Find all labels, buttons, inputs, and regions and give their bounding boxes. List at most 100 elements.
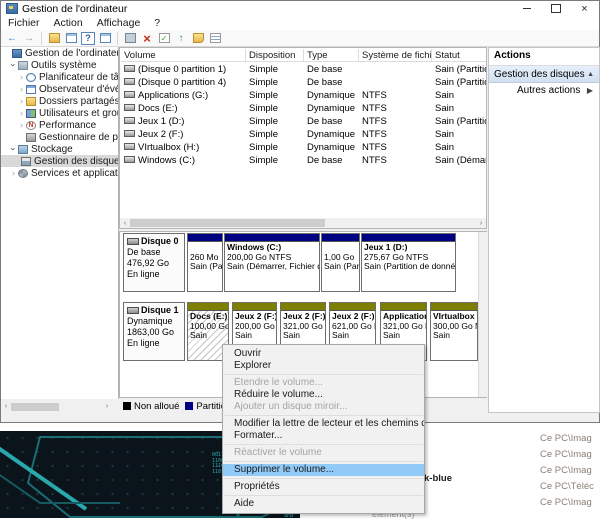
delete-icon[interactable]: ×	[140, 32, 154, 45]
checklist-icon[interactable]: ✓	[157, 32, 171, 45]
disk0-label-box[interactable]: Disque 0 De base 476,92 Go En ligne	[123, 233, 185, 292]
menu-item-reduire[interactable]: Réduire le volume...	[223, 389, 424, 401]
volume-table-row[interactable]: (Disque 0 partition 1)SimpleDe baseSain …	[121, 63, 486, 76]
tree-hscrollbar[interactable]: ‹ ›	[1, 401, 112, 412]
partition-recovery[interactable]: 1,00 Go Sain (Partitio	[321, 233, 360, 292]
menu-item-supprimer-volume[interactable]: Supprimer le volume...	[223, 464, 424, 476]
tree-item-label: Performance	[39, 120, 96, 131]
column-header-volume[interactable]: Volume	[121, 49, 246, 62]
tree-item-event-viewer[interactable]: › Observateur d'événeme	[1, 83, 118, 95]
menu-item-formater[interactable]: Formater...	[223, 430, 424, 442]
storage-icon	[18, 145, 28, 154]
column-header-disposition[interactable]: Disposition	[246, 49, 304, 62]
actions-group-disk-management[interactable]: Gestion des disques ▲	[489, 66, 599, 83]
console-window2-icon[interactable]	[98, 32, 112, 45]
tree-item-performance[interactable]: ›N Performance	[1, 119, 118, 131]
partition-windows-c[interactable]: Windows (C:) 200,00 Go NTFS Sain (Démarr…	[224, 233, 320, 292]
volume-cell-statut: Sain	[432, 102, 486, 115]
menu-action[interactable]: Action	[47, 17, 90, 29]
drive-up-icon[interactable]: ↑	[174, 32, 188, 45]
partition-virtualbox-h[interactable]: VIrtualbox ( 300,00 Go NT Sain	[430, 302, 478, 361]
toolbar-separator	[117, 32, 118, 45]
menu-help[interactable]: ?	[147, 17, 167, 29]
tree-item-task-scheduler[interactable]: › Planificateur de tâches	[1, 71, 118, 83]
partition-status: Sain	[433, 331, 475, 341]
menu-item-ouvrir[interactable]: Ouvrir	[223, 348, 424, 360]
scroll-left-icon[interactable]: ‹	[1, 403, 11, 410]
partition-color-bar	[362, 234, 455, 242]
computer-icon	[12, 49, 22, 58]
tree-item-shared-folders[interactable]: › Dossiers partagés	[1, 95, 118, 107]
column-header-type[interactable]: Type	[304, 49, 359, 62]
console-window-icon[interactable]	[64, 32, 78, 45]
maximize-button[interactable]	[541, 1, 570, 16]
volume-table-row[interactable]: (Disque 0 partition 4)SimpleDe baseSain …	[121, 76, 486, 89]
partition-efi[interactable]: 260 Mo Sain (Part	[187, 233, 223, 292]
volume-list-hscrollbar[interactable]: ‹ ›	[120, 218, 486, 228]
tree-item-computer-management[interactable]: Gestion de l'ordinateur (local)	[1, 47, 118, 59]
tree-item-storage[interactable]: › Stockage	[1, 143, 118, 155]
menu-affichage[interactable]: Affichage	[90, 17, 148, 29]
scroll-left-icon[interactable]: ‹	[120, 220, 130, 227]
column-header-status[interactable]: Statut	[432, 49, 486, 62]
volume-cell-statut: Sain (Démarrer, Fichier d'échange, Vic	[432, 154, 486, 167]
expander-closed-icon[interactable]: ›	[17, 108, 26, 118]
tree-item-local-users-groups[interactable]: › Utilisateurs et groupes l	[1, 107, 118, 119]
actions-more-actions[interactable]: Autres actions ▶	[489, 83, 599, 98]
back-icon[interactable]: ←	[5, 32, 19, 45]
collapse-arrow-icon[interactable]: ▲	[587, 71, 594, 78]
tree-item-disk-management[interactable]: Gestion des disques	[1, 155, 118, 167]
search-folder-icon[interactable]	[191, 32, 205, 45]
help-icon[interactable]: ?	[81, 32, 95, 45]
volume-cell-disposition: Simple	[246, 128, 304, 141]
tree-item-device-manager[interactable]: Gestionnaire de périphé	[1, 131, 118, 143]
screen-icon[interactable]	[123, 32, 137, 45]
menu-item-explorer[interactable]: Explorer	[223, 360, 424, 372]
scrollbar-thumb[interactable]	[11, 403, 59, 411]
disk-icon	[127, 307, 139, 314]
volume-cell-volume: Applications (G:)	[121, 89, 246, 102]
scrollbar-thumb[interactable]	[130, 219, 325, 227]
menu-item-modifier-lettre[interactable]: Modifier la lettre de lecteur et les che…	[223, 418, 424, 430]
scroll-right-icon[interactable]: ›	[476, 220, 486, 227]
disk-pane-vscrollbar[interactable]	[478, 232, 488, 397]
up-folder-icon[interactable]	[47, 32, 61, 45]
column-header-filesystem[interactable]: Système de fichiers	[359, 49, 432, 62]
expander-closed-icon[interactable]: ›	[17, 72, 26, 82]
expander-open-icon[interactable]: ›	[9, 145, 19, 154]
tools-icon	[18, 61, 28, 70]
expander-closed-icon[interactable]: ›	[17, 96, 26, 106]
menu-item-aide[interactable]: Aide	[223, 498, 424, 510]
volume-table-row[interactable]: Jeux 1 (D:)SimpleDe baseNTFSSain (Partit…	[121, 115, 486, 128]
actions-panel-title: Actions	[489, 48, 599, 66]
volume-table-row[interactable]: VIrtualbox (H:)SimpleDynamiqueNTFSSain	[121, 141, 486, 154]
close-button[interactable]: ×	[570, 1, 599, 16]
title-bar[interactable]: Gestion de l'ordinateur ×	[1, 1, 599, 16]
details-view-icon[interactable]	[208, 32, 222, 45]
expander-closed-icon[interactable]: ›	[17, 120, 26, 130]
volume-table-row[interactable]: Docs (E:)SimpleDynamiqueNTFSSain	[121, 102, 486, 115]
expander-closed-icon[interactable]: ›	[9, 168, 18, 178]
expander-open-icon[interactable]: ›	[9, 61, 19, 70]
explorer-path: Ce PC\Imag	[540, 433, 600, 444]
partition-status: Sain	[235, 331, 274, 341]
forward-icon[interactable]: →	[22, 32, 36, 45]
scroll-right-icon[interactable]: ›	[102, 403, 112, 410]
menu-item-proprietes[interactable]: Propriétés	[223, 481, 424, 493]
volume-table-row[interactable]: Jeux 2 (F:)SimpleDynamiqueNTFSSain	[121, 128, 486, 141]
volume-table-row[interactable]: Windows (C:)SimpleDe baseNTFSSain (Démar…	[121, 154, 486, 167]
menu-separator	[224, 461, 423, 462]
tree-item-system-tools[interactable]: › Outils système	[1, 59, 118, 71]
menu-bar: Fichier Action Affichage ?	[1, 16, 599, 31]
volume-cell-fs: NTFS	[359, 115, 432, 128]
tree-item-services-applications[interactable]: › Services et applications	[1, 167, 118, 179]
menu-fichier[interactable]: Fichier	[1, 17, 47, 29]
volume-table-row[interactable]: Applications (G:)SimpleDynamiqueNTFSSain	[121, 89, 486, 102]
expander-closed-icon[interactable]: ›	[17, 84, 26, 94]
minimize-button[interactable]	[512, 1, 541, 16]
partition-jeux1-d[interactable]: Jeux 1 (D:) 275,67 Go NTFS Sain (Partiti…	[361, 233, 456, 292]
menu-separator	[224, 415, 423, 416]
device-manager-icon	[26, 133, 36, 142]
disk1-label-box[interactable]: Disque 1 Dynamique 1863,00 Go En ligne	[123, 302, 185, 361]
tree-item-label: Utilisateurs et groupes l	[39, 108, 119, 119]
